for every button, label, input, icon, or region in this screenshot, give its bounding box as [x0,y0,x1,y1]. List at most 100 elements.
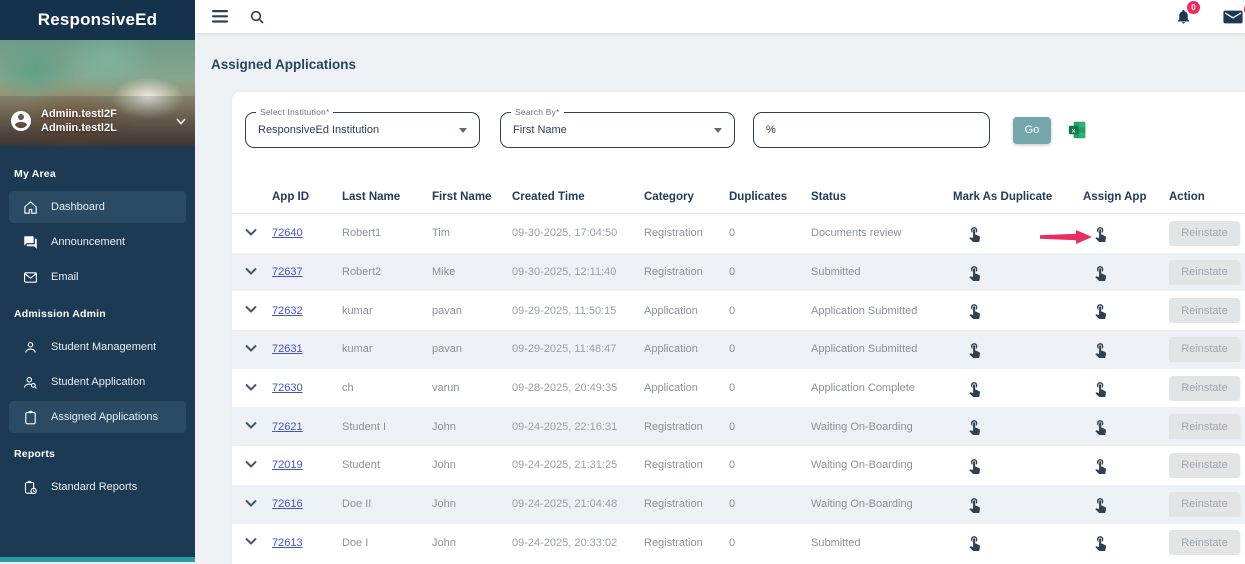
expand-row-chevron-icon[interactable] [244,382,258,395]
svg-text:x: x [1072,127,1076,134]
search-icon[interactable] [249,9,265,25]
assign-app-icon[interactable] [1092,380,1109,397]
column-header: First Name [432,190,492,203]
mark-as-duplicate-icon[interactable] [966,341,983,358]
expand-row-chevron-icon[interactable] [244,227,258,240]
last-name-cell: Robert2 [342,266,382,279]
user-chevron-down-icon[interactable] [176,117,186,125]
created-time-cell: 09-28-2025, 20:49:35 [512,382,618,395]
assign-app-icon[interactable] [1092,457,1109,474]
institution-select-value: ResponsiveEd Institution [258,124,380,136]
mark-as-duplicate-icon[interactable] [966,302,983,320]
reinstate-button[interactable]: Reinstate [1169,530,1240,556]
app-id-link[interactable]: 72640 [272,227,303,239]
section-admission-admin: Admission Admin [14,308,106,320]
assign-app-icon[interactable] [1092,225,1109,242]
app-id-link[interactable]: 72019 [272,459,303,471]
first-name-cell: pavan [432,304,462,317]
search-text-input[interactable] [766,124,977,136]
expand-row-chevron-icon[interactable] [244,459,258,472]
app-id-link[interactable]: 72631 [272,343,303,355]
hamburger-menu-icon[interactable] [212,10,228,23]
reinstate-button[interactable]: Reinstate [1169,259,1240,285]
app-id-link[interactable]: 72621 [272,421,303,433]
mark-as-duplicate-icon[interactable] [966,457,983,474]
expand-row-chevron-icon[interactable] [244,304,258,317]
sidebar-bottom-strip [0,557,195,562]
expand-row-chevron-icon[interactable] [244,536,258,549]
assign-app-icon[interactable] [1092,302,1109,320]
sidebar-item-standard-reports[interactable]: Standard Reports [9,471,186,503]
mark-as-duplicate-icon[interactable] [966,418,983,436]
mark-as-duplicate-icon[interactable] [966,496,983,513]
mark-as-duplicate-icon[interactable] [966,534,983,552]
column-header: Action [1169,190,1205,203]
assign-app-icon[interactable] [1092,341,1109,358]
app-id-link[interactable]: 72613 [272,537,303,549]
sidebar-item-assigned-applications[interactable]: Assigned Applications [9,401,186,433]
reinstate-button[interactable]: Reinstate [1169,298,1240,324]
column-header: Assign App [1083,190,1147,203]
sidebar-item-label: Student Application [51,376,146,388]
duplicates-cell: 0 [729,266,736,279]
notifications-button[interactable]: 0 [1175,1,1200,26]
created-time-cell: 09-24-2025, 22:16:31 [512,420,618,433]
status-cell: Submitted [811,536,861,549]
column-header: Status [811,190,847,203]
category-cell: Registration [644,536,703,549]
category-cell: Registration [644,420,703,433]
reinstate-button[interactable]: Reinstate [1169,220,1240,246]
assign-app-icon[interactable] [1092,534,1109,552]
column-header: Duplicates [729,190,788,203]
sidebar-item-announcement[interactable]: Announcement [9,226,186,258]
sidebar-item-student-application[interactable]: Student Application [9,366,186,398]
expand-row-chevron-icon[interactable] [244,498,258,511]
reinstate-button[interactable]: Reinstate [1169,336,1240,362]
mark-as-duplicate-icon[interactable] [966,264,983,281]
institution-select[interactable]: Select Institution* ResponsiveEd Institu… [245,107,480,148]
column-header: Category [644,190,694,203]
reinstate-button[interactable]: Reinstate [1169,452,1240,478]
reinstate-button[interactable]: Reinstate [1169,491,1240,517]
mark-as-duplicate-icon[interactable] [966,225,983,242]
assign-app-icon[interactable] [1092,496,1109,513]
column-header: Last Name [342,190,401,203]
go-button[interactable]: Go [1013,116,1051,144]
first-name-cell: Mike [432,266,456,279]
home-icon [24,200,37,214]
person-search-icon [24,376,37,389]
status-cell: Application Complete [811,382,915,395]
sidebar-item-dashboard[interactable]: Dashboard [9,191,186,223]
sidebar-item-student-management[interactable]: Student Management [9,331,186,363]
sidebar-menu: My Area Dashboard Announcement Email Adm… [0,146,195,503]
sidebar-item-email[interactable]: Email [9,261,186,293]
expand-row-chevron-icon[interactable] [244,420,258,433]
app-id-link[interactable]: 72630 [272,382,303,394]
expand-row-chevron-icon[interactable] [244,343,258,356]
duplicates-cell: 0 [729,420,736,433]
mail-button[interactable] [1223,2,1245,25]
main-content: Assigned Applications Select Institution… [195,33,1245,564]
category-cell: Registration [644,459,703,472]
assign-app-icon[interactable] [1092,418,1109,436]
search-by-select[interactable]: Search By* First Name [500,107,735,148]
user-profile[interactable]: Admiin.testl2F Admiin.testl2L [0,96,195,146]
mail-icon [1223,10,1243,23]
column-header: App ID [272,190,310,203]
table-row: 72019 Student John 09-24-2025, 21:31:25 … [232,446,1245,485]
app-id-link[interactable]: 72616 [272,498,303,510]
email-icon [24,271,37,283]
reinstate-button[interactable]: Reinstate [1169,375,1240,401]
assign-app-icon[interactable] [1092,264,1109,281]
last-name-cell: Doe II [342,498,372,511]
sidebar-item-label: Email [51,271,79,283]
expand-row-chevron-icon[interactable] [244,266,258,279]
status-cell: Documents review [811,227,902,240]
app-id-link[interactable]: 72632 [272,305,303,317]
category-cell: Application [644,343,698,356]
mark-as-duplicate-icon[interactable] [966,380,983,397]
reinstate-button[interactable]: Reinstate [1169,414,1240,440]
app-id-link[interactable]: 72637 [272,266,303,278]
excel-export-icon[interactable]: x [1068,121,1087,139]
status-cell: Waiting On-Boarding [811,459,913,472]
